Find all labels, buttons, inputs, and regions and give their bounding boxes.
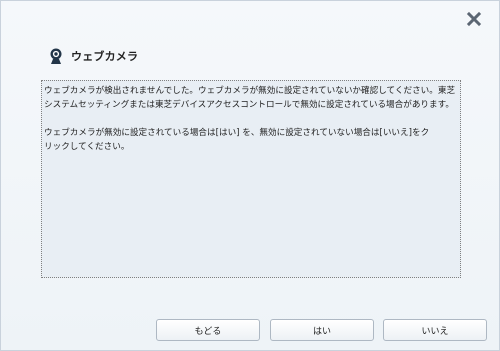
webcam-icon bbox=[50, 48, 62, 64]
close-button[interactable] bbox=[465, 10, 483, 28]
dialog-header: ウェブカメラ bbox=[47, 46, 138, 66]
webcam-dialog: ウェブカメラ ウェブカメラが検出されませんでした。ウェブカメラが無効に設定されて… bbox=[0, 0, 500, 351]
message-line-1: ウェブカメラが検出されませんでした。ウェブカメラが無効に設定されていないか確認し… bbox=[44, 86, 456, 96]
message-line-2: システムセッティングまたは東芝デバイスアクセスコントロールで無効に設定されている… bbox=[44, 100, 454, 110]
message-box: ウェブカメラが検出されませんでした。ウェブカメラが無効に設定されていないか確認し… bbox=[41, 80, 461, 278]
message-line-4: リックしてください。 bbox=[44, 142, 130, 152]
dialog-title: ウェブカメラ bbox=[71, 50, 139, 63]
message-line-3: ウェブカメラが無効に設定されている場合は[はい] を、無効に設定されていない場合… bbox=[44, 128, 430, 138]
yes-button[interactable]: はい bbox=[270, 319, 374, 341]
no-button[interactable]: いいえ bbox=[383, 319, 487, 341]
back-button[interactable]: もどる bbox=[156, 319, 260, 341]
close-icon bbox=[466, 11, 482, 27]
